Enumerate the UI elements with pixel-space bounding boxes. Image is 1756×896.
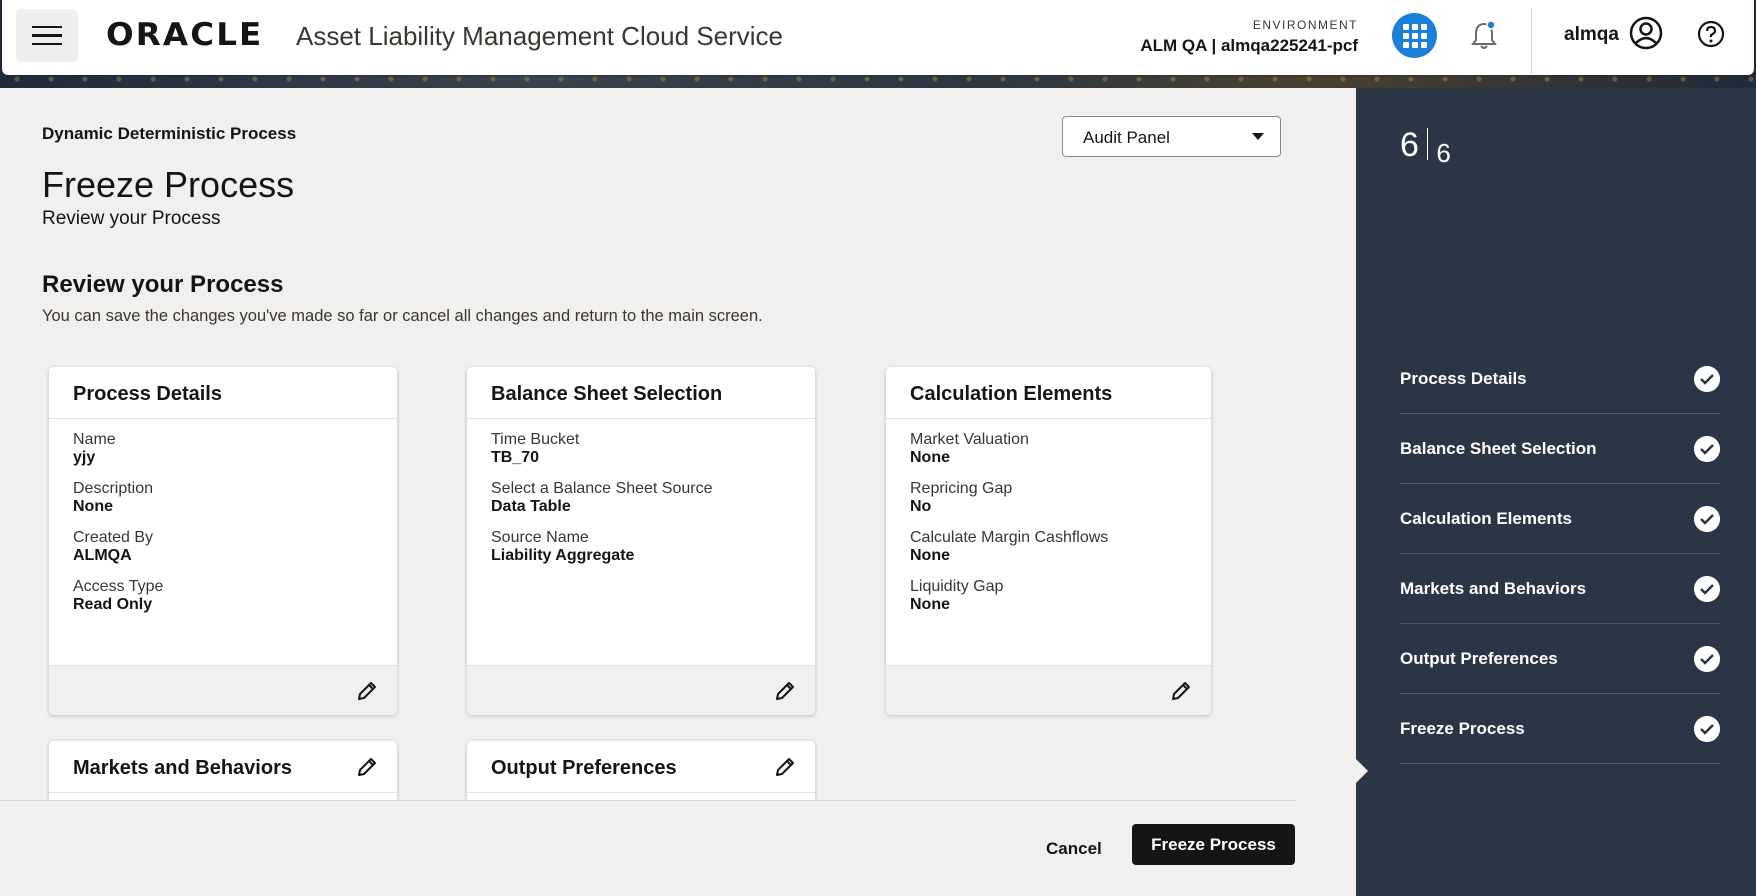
current-step-marker [1356, 759, 1368, 783]
app-title: Asset Liability Management Cloud Service [296, 21, 784, 51]
step-label: Output Preferences [1400, 648, 1558, 668]
audit-panel-value: Audit Panel [1083, 128, 1170, 147]
freeze-process-button[interactable]: Freeze Process [1132, 824, 1295, 865]
step-balance-sheet-selection[interactable]: Balance Sheet Selection [1400, 414, 1720, 484]
card-title: Output Preferences [491, 757, 677, 779]
field-label: Name [73, 431, 116, 448]
field-label: Created By [73, 529, 154, 546]
step-process-details[interactable]: Process Details [1400, 344, 1720, 414]
field-label: Source Name [491, 529, 589, 546]
field-value: None [73, 498, 113, 515]
footer-bar: Cancel Freeze Process [0, 800, 1296, 896]
cancel-button[interactable]: Cancel [1030, 835, 1118, 863]
field-value: None [910, 449, 950, 466]
check-circle-icon [1694, 436, 1720, 462]
notification-bell-icon[interactable] [1471, 20, 1497, 50]
section-title: Review your Process [42, 271, 284, 298]
edit-pencil-icon[interactable] [1169, 679, 1193, 703]
step-label: Calculation Elements [1400, 508, 1572, 528]
page-subtitle: Review your Process [42, 208, 221, 229]
step-output-preferences[interactable]: Output Preferences [1400, 624, 1720, 694]
card-title: Process Details [49, 367, 397, 419]
field-value: ALMQA [73, 547, 132, 564]
field-label: Description [73, 480, 154, 497]
step-counter: 66 [1400, 126, 1451, 169]
current-step-number: 6 [1400, 126, 1419, 164]
field-label: Market Valuation [910, 431, 1029, 448]
step-list: Process Details Balance Sheet Selection … [1400, 344, 1720, 764]
card-balance-sheet-selection: Balance Sheet Selection Time Bucket TB_7… [467, 367, 815, 715]
step-calculation-elements[interactable]: Calculation Elements [1400, 484, 1720, 554]
step-label: Freeze Process [1400, 718, 1525, 738]
field-value: None [910, 596, 950, 613]
hamburger-menu-icon[interactable] [16, 9, 78, 62]
field-value: TB_70 [491, 449, 540, 466]
user-name[interactable]: almqa [1564, 24, 1619, 46]
field-label: Time Bucket [491, 431, 580, 448]
main-content: Dynamic Deterministic Process Audit Pane… [0, 88, 1356, 896]
edit-pencil-icon[interactable] [355, 679, 379, 703]
field-value: yjy [73, 449, 96, 466]
header-divider [1531, 8, 1532, 74]
app-header: ORACLE Asset Liability Management Cloud … [2, 0, 1754, 75]
card-title: Markets and Behaviors [73, 757, 292, 779]
oracle-logo: ORACLE [106, 17, 264, 53]
field-value: None [910, 547, 950, 564]
step-freeze-process[interactable]: Freeze Process [1400, 694, 1720, 764]
field-value: Read Only [73, 596, 153, 613]
field-value: Data Table [491, 498, 571, 515]
step-markets-and-behaviors[interactable]: Markets and Behaviors [1400, 554, 1720, 624]
field-value: No [910, 498, 932, 515]
check-circle-icon [1694, 366, 1720, 392]
check-circle-icon [1694, 506, 1720, 532]
field-value: Liability Aggregate [491, 547, 635, 564]
field-label: Liquidity Gap [910, 578, 1004, 595]
step-label: Balance Sheet Selection [1400, 438, 1597, 458]
field-label: Calculate Margin Cashflows [910, 529, 1109, 546]
field-label: Repricing Gap [910, 480, 1013, 497]
field-label: Access Type [73, 578, 164, 595]
step-label: Markets and Behaviors [1400, 578, 1587, 598]
page-title: Freeze Process [42, 164, 295, 205]
user-avatar-icon[interactable] [1629, 16, 1663, 50]
check-circle-icon [1694, 646, 1720, 672]
train-panel: 66 Process Details Balance Sheet Selecti… [1356, 88, 1756, 896]
step-label: Process Details [1400, 368, 1527, 388]
edit-pencil-icon[interactable] [773, 679, 797, 703]
card-title: Calculation Elements [886, 367, 1211, 419]
apps-grid-icon[interactable] [1392, 13, 1437, 58]
edit-pencil-icon[interactable] [773, 755, 797, 779]
process-type: Dynamic Deterministic Process [42, 124, 297, 143]
check-circle-icon [1694, 716, 1720, 742]
caret-down-icon [1252, 133, 1264, 140]
section-description: You can save the changes you've made so … [42, 307, 763, 325]
card-title: Balance Sheet Selection [467, 367, 815, 419]
card-calculation-elements: Calculation Elements Market Valuation No… [886, 367, 1211, 715]
environment-label: ENVIRONMENT [1252, 18, 1358, 32]
environment-value: ALM QA | almqa225241-pcf [1140, 36, 1358, 55]
field-label: Select a Balance Sheet Source [491, 480, 713, 497]
card-process-details: Process Details Name yjy Description Non… [49, 367, 397, 715]
total-step-number: 6 [1436, 138, 1451, 168]
audit-panel-select[interactable]: Audit Panel [1062, 116, 1281, 157]
edit-pencil-icon[interactable] [355, 755, 379, 779]
check-circle-icon [1694, 576, 1720, 602]
help-icon[interactable] [1697, 20, 1725, 48]
